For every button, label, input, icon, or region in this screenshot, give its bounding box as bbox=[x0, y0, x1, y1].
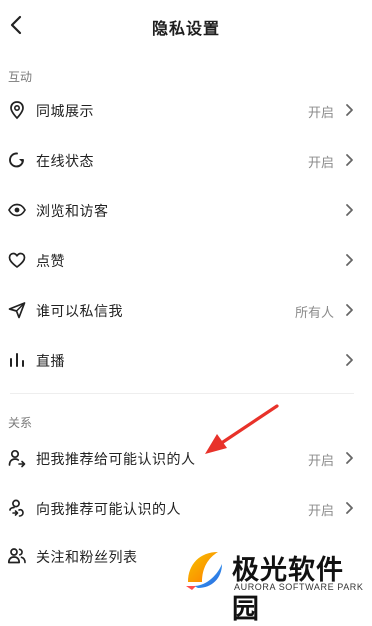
row-value: 开启 bbox=[307, 454, 334, 469]
row-value: 开启 bbox=[307, 504, 334, 519]
row-label: 同城展示 bbox=[36, 104, 94, 120]
row-live[interactable]: 直播 bbox=[0, 338, 372, 382]
watermark-subtitle: AURORA SOFTWARE PARK bbox=[234, 582, 364, 592]
section-divider bbox=[10, 393, 354, 394]
row-value: 开启 bbox=[307, 156, 334, 171]
row-label: 关注和粉丝列表 bbox=[36, 550, 138, 566]
users-icon bbox=[7, 548, 26, 564]
chevron-right-icon bbox=[346, 452, 353, 464]
chevron-right-icon bbox=[346, 204, 353, 216]
row-label: 谁可以私信我 bbox=[36, 304, 123, 320]
aurora-logo-icon bbox=[186, 552, 222, 590]
page-title: 隐私设置 bbox=[151, 19, 220, 38]
row-label: 浏览和访客 bbox=[36, 204, 109, 220]
row-browse-visitors[interactable]: 浏览和访客 bbox=[0, 188, 372, 232]
online-status-icon bbox=[9, 152, 24, 168]
watermark: 极光软件园 AURORA SOFTWARE PARK bbox=[178, 544, 368, 625]
row-label: 直播 bbox=[36, 354, 65, 370]
row-label: 点赞 bbox=[36, 254, 65, 270]
location-pin-icon bbox=[10, 101, 24, 120]
row-value: 开启 bbox=[307, 106, 334, 121]
chevron-right-icon bbox=[346, 154, 353, 166]
row-recommend-me-to-others[interactable]: 把我推荐给可能认识的人 开启 bbox=[0, 436, 372, 480]
row-who-can-message[interactable]: 谁可以私信我 所有人 bbox=[0, 288, 372, 332]
chevron-right-icon bbox=[346, 304, 353, 316]
chevron-right-icon bbox=[346, 104, 353, 116]
chevron-right-icon bbox=[346, 254, 353, 266]
row-value: 所有人 bbox=[294, 306, 334, 321]
eye-icon bbox=[8, 203, 26, 217]
section-label-interaction: 互动 bbox=[8, 70, 33, 84]
header: 隐私设置 bbox=[0, 0, 372, 52]
chevron-right-icon bbox=[346, 502, 353, 514]
row-label: 向我推荐可能认识的人 bbox=[36, 502, 181, 518]
user-share-icon bbox=[8, 449, 26, 468]
send-icon bbox=[8, 302, 26, 319]
row-online-status[interactable]: 在线状态 开启 bbox=[0, 138, 372, 182]
heart-icon bbox=[8, 252, 26, 268]
row-recommend-to-me[interactable]: 向我推荐可能认识的人 开启 bbox=[0, 486, 372, 530]
bar-chart-icon bbox=[10, 353, 24, 367]
row-label: 在线状态 bbox=[36, 154, 94, 170]
section-label-relations: 关系 bbox=[8, 416, 33, 430]
user-recommend-icon bbox=[9, 499, 24, 517]
row-likes[interactable]: 点赞 bbox=[0, 238, 372, 282]
row-city-display[interactable]: 同城展示 开启 bbox=[0, 88, 372, 132]
row-label: 把我推荐给可能认识的人 bbox=[36, 452, 196, 468]
chevron-right-icon bbox=[346, 354, 353, 366]
